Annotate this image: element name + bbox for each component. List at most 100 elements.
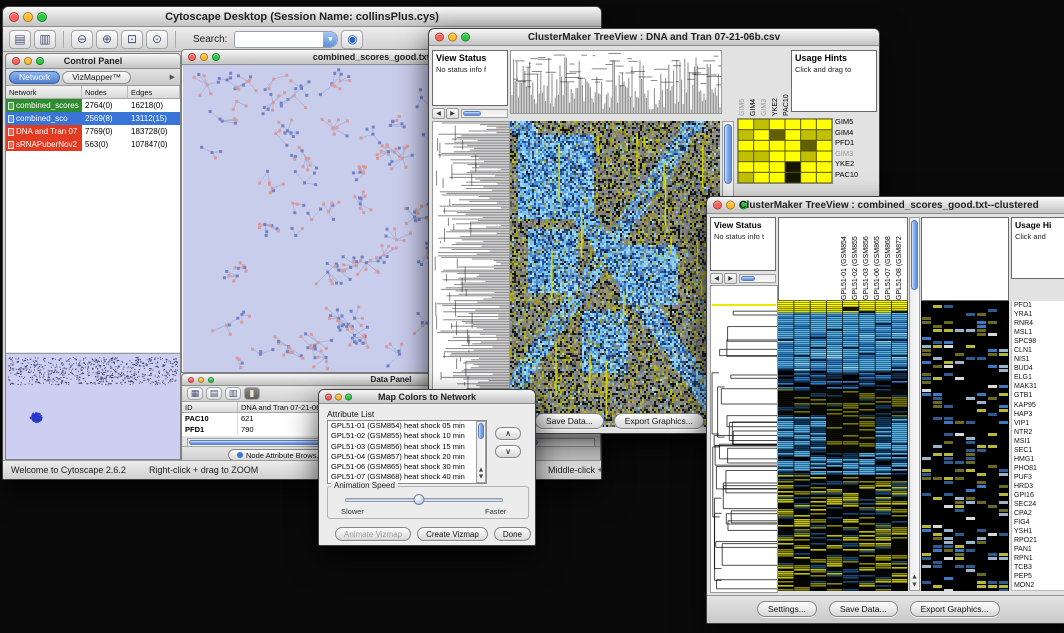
import-network-icon[interactable]: ▥ xyxy=(34,30,56,49)
select-attributes-icon[interactable]: ▦ xyxy=(187,387,203,400)
done-button[interactable]: Done xyxy=(494,527,531,541)
zoom-out-icon[interactable]: ⊖ xyxy=(71,30,93,49)
combobox-dropdown-icon[interactable]: ▼ xyxy=(323,32,337,47)
gene-label[interactable]: FIG4 xyxy=(1012,518,1064,527)
tv1-save-data-button[interactable]: Save Data... xyxy=(535,413,604,429)
scroll-up-icon[interactable]: ▲ xyxy=(477,467,485,474)
gene-label[interactable]: VIP1 xyxy=(1012,419,1064,428)
network-list-row[interactable]: combined_scores 2764(0) 16218(0) xyxy=(6,99,180,112)
gene-label[interactable]: PUF3 xyxy=(1012,473,1064,482)
attribute-matrix-icon[interactable]: ▥ xyxy=(225,387,241,400)
search-input[interactable] xyxy=(235,37,239,47)
tv2-row-dendrogram[interactable] xyxy=(710,285,778,593)
animate-vizmap-button[interactable]: Animate Vizmap xyxy=(335,527,411,541)
tv2-titlebar[interactable]: ClusterMaker TreeView : combined_scores_… xyxy=(707,197,1064,214)
gene-label[interactable]: SPC98 xyxy=(1012,337,1064,346)
attribute-list-item[interactable]: GPL51-06 (GSM865) heat shock 30 min xyxy=(328,462,486,472)
zoom-fit-icon[interactable]: ⊡ xyxy=(121,30,143,49)
gene-label[interactable]: PEP5 xyxy=(1012,572,1064,581)
gene-label[interactable]: MSL1 xyxy=(1012,328,1064,337)
tv1-hscrollbar[interactable] xyxy=(461,109,508,118)
gene-label[interactable]: MAK31 xyxy=(1012,382,1064,391)
network-overview-canvas[interactable] xyxy=(6,354,180,459)
create-attribute-icon[interactable]: ▤ xyxy=(206,387,222,400)
attribute-list-item[interactable]: GPL51-03 (GSM856) heat shock 15 min xyxy=(328,442,486,452)
gene-label[interactable]: HRD3 xyxy=(1012,482,1064,491)
gene-label[interactable]: RNR4 xyxy=(1012,319,1064,328)
tv1-summary-heatmap-canvas[interactable] xyxy=(737,118,833,184)
tv2-vscrollbar[interactable]: ▲ ▼ xyxy=(909,217,920,591)
animation-speed-slider[interactable] xyxy=(345,498,503,502)
gene-label[interactable]: NIS1 xyxy=(1012,355,1064,364)
tv1-scroll-right-button[interactable]: ▶ xyxy=(446,108,459,119)
gene-label[interactable]: KAP95 xyxy=(1012,401,1064,410)
tv2-save-data-button[interactable]: Save Data... xyxy=(829,601,898,617)
gene-label[interactable]: ELG1 xyxy=(1012,373,1064,382)
slider-thumb[interactable] xyxy=(414,494,425,505)
scrollbar-thumb[interactable] xyxy=(478,423,484,439)
gene-label[interactable]: GTB1 xyxy=(1012,391,1064,400)
network-list-row[interactable]: combined_sco 2569(8) 13112(15) xyxy=(6,112,180,125)
scrollbar-thumb[interactable] xyxy=(911,220,918,290)
gene-label[interactable]: RPN1 xyxy=(1012,554,1064,563)
scrollbar-thumb[interactable] xyxy=(741,276,755,281)
tv2-export-graphics-button[interactable]: Export Graphics... xyxy=(910,601,1000,617)
gene-label[interactable]: PHO81 xyxy=(1012,464,1064,473)
tv2-hscrollbar[interactable] xyxy=(739,274,776,283)
attribute-list-scrollbar[interactable]: ▲ ▼ xyxy=(476,421,486,483)
tab[interactable]: Network xyxy=(9,71,60,84)
tv1-heatmap-canvas[interactable] xyxy=(510,121,720,427)
zoom-in-icon[interactable]: ⊕ xyxy=(96,30,118,49)
control-panel-titlebar[interactable]: Control Panel xyxy=(6,54,180,69)
tv2-heatmap-canvas[interactable] xyxy=(778,301,908,591)
tv1-export-graphics-button[interactable]: Export Graphics... xyxy=(614,413,704,429)
gene-label[interactable]: MSI1 xyxy=(1012,437,1064,446)
search-combobox[interactable]: ▼ xyxy=(234,31,338,48)
zoom-selected-icon[interactable]: ⊙ xyxy=(146,30,168,49)
gene-label[interactable]: YSH1 xyxy=(1012,527,1064,536)
scroll-up-icon[interactable]: ▲ xyxy=(910,574,919,581)
tv1-column-dendrogram[interactable] xyxy=(510,50,722,114)
gene-label[interactable]: HAP3 xyxy=(1012,410,1064,419)
gene-label[interactable]: HMG1 xyxy=(1012,455,1064,464)
gene-label[interactable]: BUD4 xyxy=(1012,364,1064,373)
tv1-titlebar[interactable]: ClusterMaker TreeView : DNA and Tran 07-… xyxy=(429,29,879,46)
move-up-button[interactable]: ∧ xyxy=(495,427,521,440)
scroll-down-icon[interactable]: ▼ xyxy=(910,582,919,589)
tab-scroll-right-icon[interactable]: ▶ xyxy=(170,73,177,81)
main-titlebar[interactable]: Cytoscape Desktop (Session Name: collins… xyxy=(3,7,601,27)
attribute-list-item[interactable]: GPL51-02 (GSM855) heat shock 10 min xyxy=(328,431,486,441)
gene-label[interactable]: PFD1 xyxy=(1012,301,1064,310)
gene-label[interactable]: CPA2 xyxy=(1012,509,1064,518)
scrollbar-thumb[interactable] xyxy=(724,124,732,184)
tv2-scroll-right-button[interactable]: ▶ xyxy=(724,273,737,284)
attribute-list-item[interactable]: GPL51-01 (GSM854) heat shock 05 min xyxy=(328,421,486,431)
gene-label[interactable]: GPI16 xyxy=(1012,491,1064,500)
gene-label[interactable]: TCB3 xyxy=(1012,563,1064,572)
create-vizmap-button[interactable]: Create Vizmap xyxy=(417,527,488,541)
tv1-scroll-left-button[interactable]: ◀ xyxy=(432,108,445,119)
tv2-scroll-left-button[interactable]: ◀ xyxy=(710,273,723,284)
gene-label[interactable]: MON2 xyxy=(1012,581,1064,590)
tv2-selected-columns-canvas[interactable] xyxy=(921,301,1009,591)
dialog-titlebar[interactable]: Map Colors to Network xyxy=(319,390,535,404)
attribute-list-item[interactable]: GPL51-04 (GSM857) heat shock 20 min xyxy=(328,452,486,462)
tab[interactable]: VizMapper™ xyxy=(62,71,131,84)
tv1-row-dendrogram[interactable] xyxy=(432,121,510,429)
gene-label[interactable]: CLN1 xyxy=(1012,346,1064,355)
tv2-settings-button[interactable]: Settings... xyxy=(757,601,817,617)
gene-label[interactable]: PAN1 xyxy=(1012,545,1064,554)
search-run-icon[interactable]: ◉ xyxy=(341,30,363,49)
gene-label[interactable]: NTR2 xyxy=(1012,428,1064,437)
gene-label[interactable]: SEC1 xyxy=(1012,446,1064,455)
scrollbar-thumb[interactable] xyxy=(463,111,481,116)
network-list-row[interactable]: DNA and Tran 07 7769(0) 183728(0) xyxy=(6,125,180,138)
gene-label[interactable]: RPO21 xyxy=(1012,536,1064,545)
gene-label[interactable]: YRA1 xyxy=(1012,310,1064,319)
network-list-row[interactable]: sRNAPuberNov2 563(0) 107847(0) xyxy=(6,138,180,151)
gene-label[interactable]: SEC24 xyxy=(1012,500,1064,509)
import-attributes-icon[interactable]: ▮ xyxy=(244,387,260,400)
move-down-button[interactable]: ∨ xyxy=(495,445,521,458)
network-overview-panel[interactable] xyxy=(6,353,180,459)
scroll-down-icon[interactable]: ▼ xyxy=(477,474,485,481)
